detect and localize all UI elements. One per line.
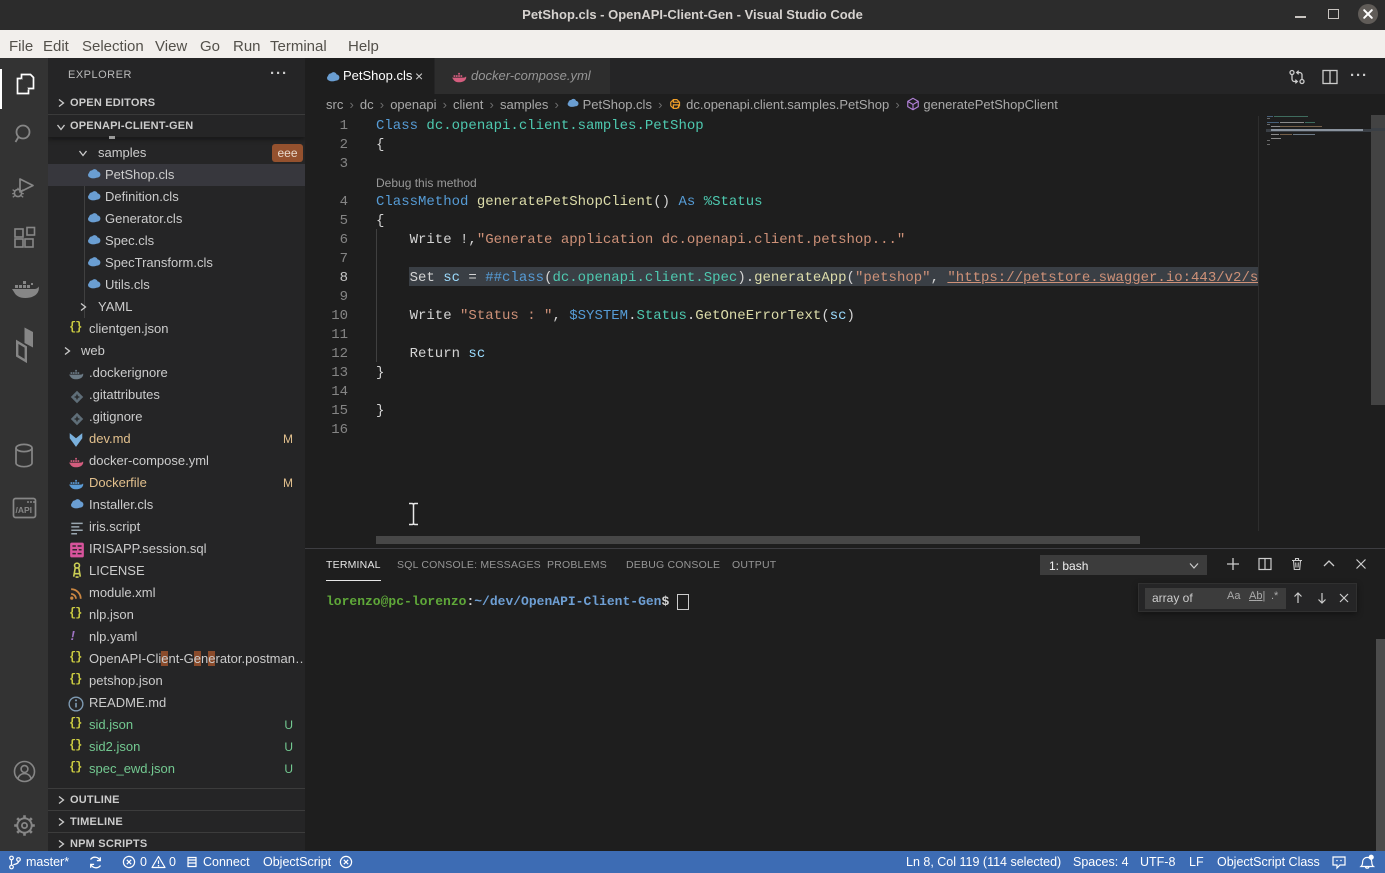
svg-text:/API: /API [16,505,33,515]
